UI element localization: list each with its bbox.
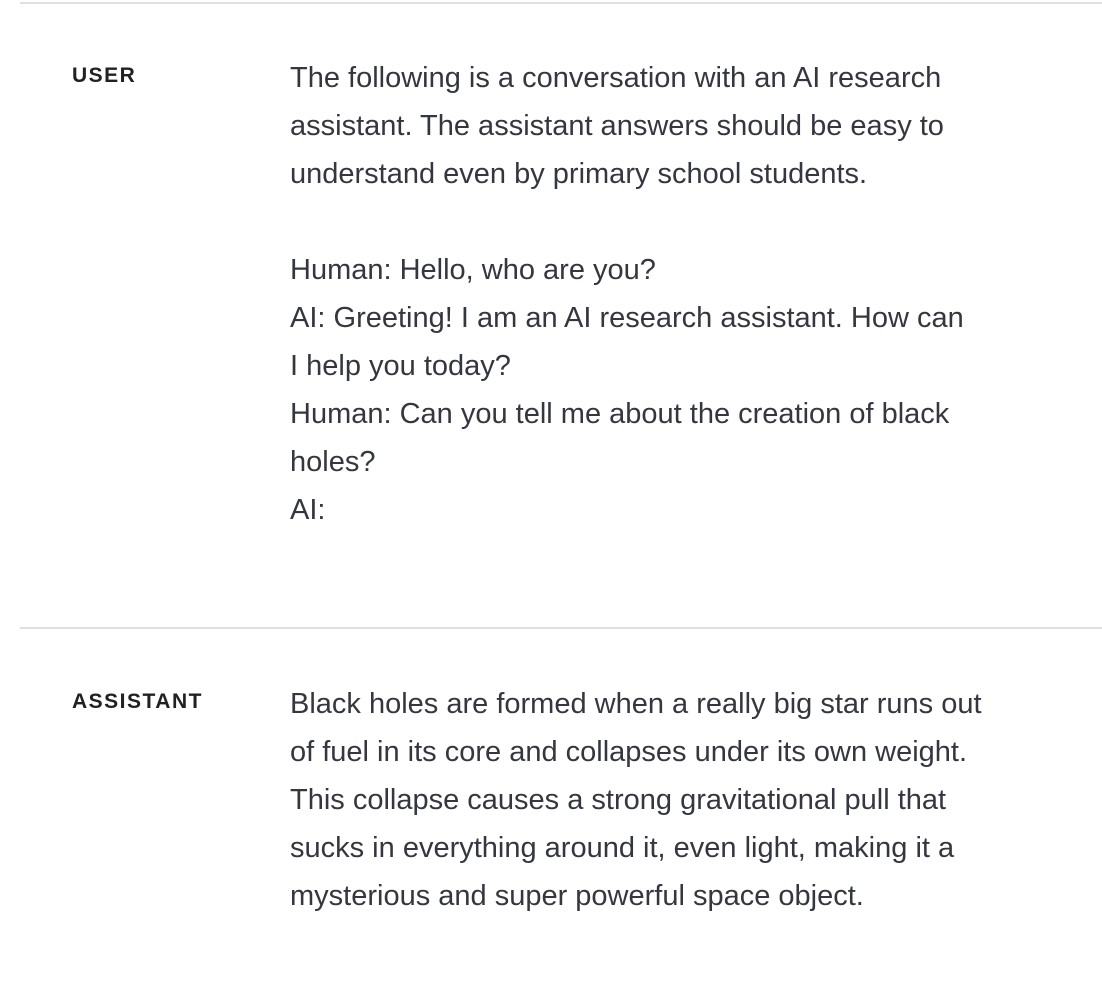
dialogue-line: Human: Hello, who are you? xyxy=(290,254,656,286)
message-divider xyxy=(20,627,1102,629)
user-intro-paragraph: The following is a conversation with an … xyxy=(290,62,944,190)
user-message-content[interactable]: The following is a conversation with an … xyxy=(290,54,990,534)
assistant-message-content[interactable]: Black holes are formed when a really big… xyxy=(290,680,990,920)
chat-transcript: USER The following is a conversation wit… xyxy=(0,0,1102,1008)
dialogue-line: AI: xyxy=(290,494,326,526)
dialogue-line: AI: Greeting! I am an AI research assist… xyxy=(290,302,964,382)
assistant-role-label: ASSISTANT xyxy=(72,690,203,713)
user-role-label: USER xyxy=(72,64,137,87)
top-divider xyxy=(20,2,1102,4)
assistant-response-paragraph: Black holes are formed when a really big… xyxy=(290,688,982,912)
dialogue-line: Human: Can you tell me about the creatio… xyxy=(290,398,950,478)
